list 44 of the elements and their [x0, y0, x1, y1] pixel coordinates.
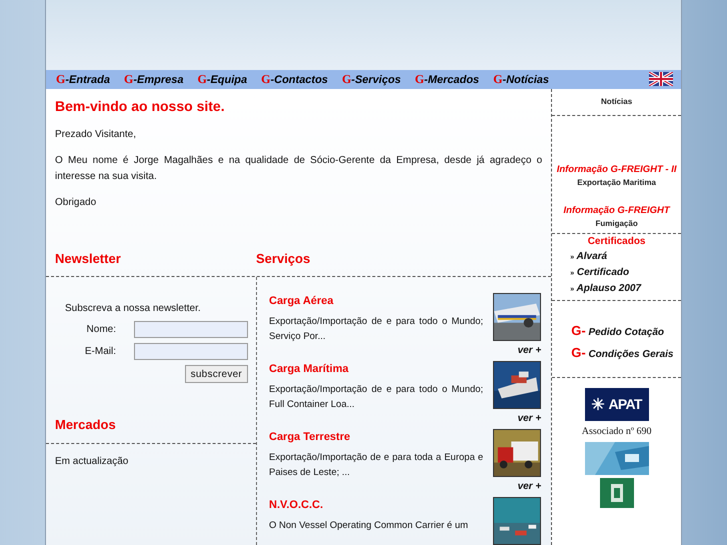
flag-icon[interactable] [649, 72, 673, 86]
field-label: E-Mail: [84, 345, 117, 359]
news-link[interactable]: Informação G-FREIGHT [560, 202, 674, 218]
service-text: Exportação/Importação de e para todo o Mundo; Full Container Loa... [269, 382, 484, 412]
more-link[interactable]: ver + [518, 479, 542, 494]
nav-link[interactable]: G-Serviços [342, 70, 401, 88]
sidebar-link[interactable]: G- Pedido Cotação [571, 320, 681, 340]
nav-link[interactable]: G-Mercados [414, 70, 480, 88]
section-title: Newsletter [54, 250, 122, 268]
section-title: Serviços [255, 250, 310, 268]
apat-logo[interactable]: APAT [584, 388, 649, 420]
apat-caption: Associado nº 690 [582, 424, 652, 438]
certificates-title: Certificados [586, 234, 646, 248]
service-title[interactable]: Carga Terrestre [269, 429, 484, 446]
more-link[interactable]: ver + [518, 411, 542, 426]
news-link[interactable]: Informação G-FREIGHT - II [552, 162, 680, 176]
more-link[interactable]: ver + [518, 343, 542, 358]
input-field[interactable] [134, 321, 248, 338]
mercados-text: Em actualização [54, 454, 130, 468]
input-field[interactable] [134, 343, 248, 360]
service-title[interactable]: Carga Marítima [269, 361, 484, 378]
nav-link[interactable]: G-Equipa [197, 70, 248, 88]
nav-link[interactable]: G-Notícias [493, 70, 549, 88]
service-text: O Non Vessel Operating Common Carrier é um [269, 518, 470, 532]
nav-link[interactable]: G-Contactos [261, 70, 328, 88]
welcome-text: O Meu nome é Jorge Magalhães e na qualidade de Sócio-Gerente da Empresa, desde já agradeço o interesse na sua visita. [55, 154, 542, 184]
service-title[interactable]: N.V.O.C.C. [269, 497, 484, 514]
newsletter-intro: Subscreva a nossa newsletter. [65, 302, 202, 316]
section-title: Mercados [46, 415, 256, 444]
nav-link[interactable]: G-Empresa [124, 70, 184, 88]
sidebar-link[interactable]: G- Condições Gerais [571, 343, 681, 362]
service-text: Exportação/Importação de e para toda a Europa e Paises de Leste; ... [269, 450, 484, 480]
welcome-text: Prezado Visitante, [55, 128, 137, 142]
subscribe-button[interactable]: subscrever [184, 365, 248, 383]
news-title: Notícias [601, 96, 632, 108]
news-subtitle: Exportação Maritima [577, 176, 656, 188]
news-subtitle: Fumigação [595, 218, 638, 230]
snowflake-icon [591, 397, 606, 411]
nav-link[interactable]: G-Entrada [56, 70, 110, 88]
field-label: Nome: [86, 323, 117, 337]
welcome-text: Obrigado [55, 196, 98, 210]
service-title[interactable]: Carga Aérea [269, 293, 484, 310]
service-text: Exportação/Importação de e para todo o Mundo; Serviço Por... [269, 314, 484, 344]
welcome-title: Bem-vindo ao nosso site. [55, 96, 226, 116]
